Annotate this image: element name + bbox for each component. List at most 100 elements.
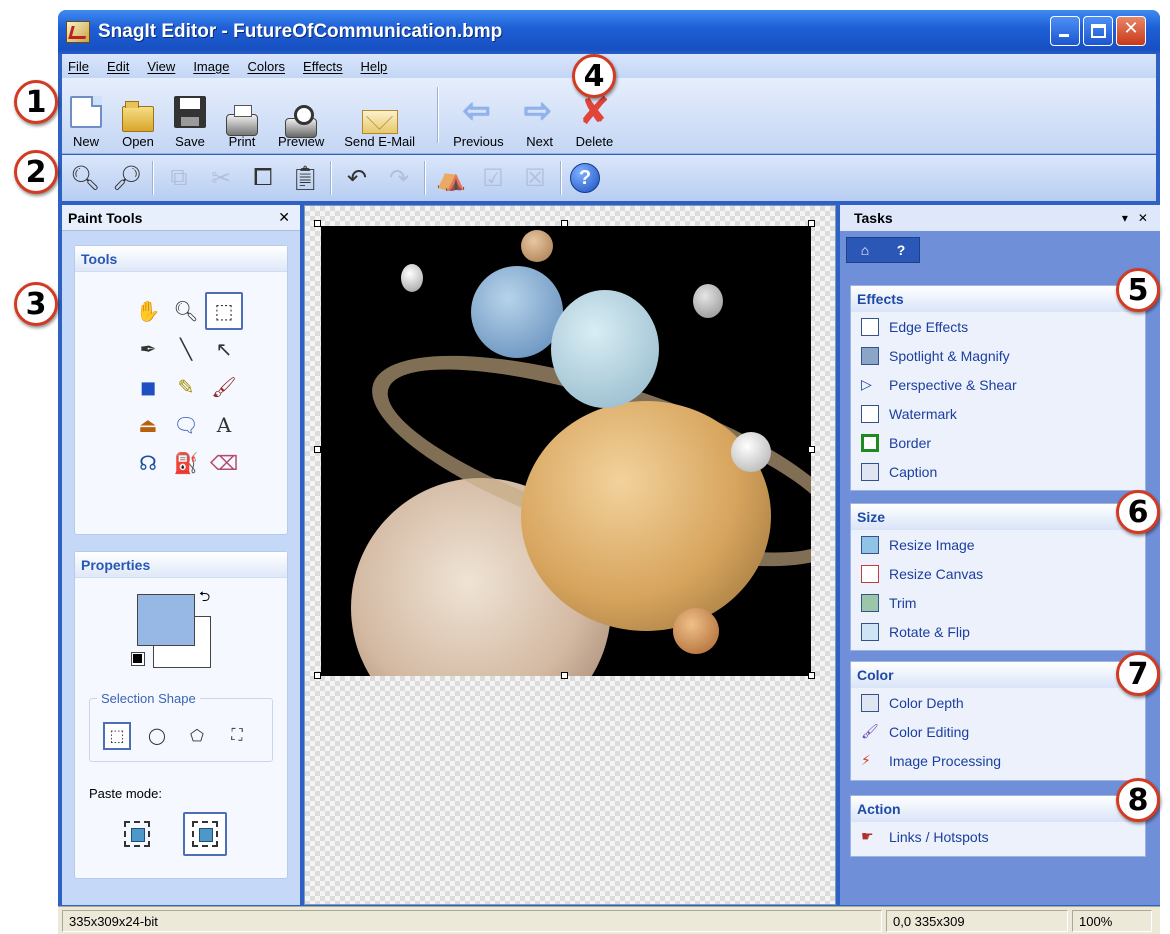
task-spotlight-magnify[interactable]: Spotlight & Magnify [851,341,1145,370]
line-tool-icon[interactable]: ╲ [167,330,205,368]
reject-button[interactable]: ☒ [518,161,552,195]
task-resize-canvas[interactable]: Resize Canvas [851,559,1145,588]
arrow-tool-icon[interactable]: ↖ [205,330,243,368]
size-group: Size Resize Image Resize Canvas Trim Rot… [850,503,1146,651]
pan-hand-tool-icon[interactable]: ✋ [129,292,167,330]
task-trim[interactable]: Trim [851,588,1145,617]
menu-edit[interactable]: Edit [107,59,129,74]
open-button[interactable]: Open [122,101,154,149]
delete-button[interactable]: ✘ Delete [575,93,614,149]
menu-colors[interactable]: Colors [247,59,285,74]
resize-handle[interactable] [561,672,568,679]
maximize-button[interactable] [1083,16,1113,46]
task-image-processing[interactable]: ⚡ Image Processing [851,746,1145,775]
resize-handle[interactable] [808,672,815,679]
copy-button[interactable]: ⧠ [246,161,280,195]
task-label: Resize Canvas [889,565,984,582]
ellipse-selection-icon[interactable]: ◯ [143,722,171,750]
color-title: Color [851,662,1145,688]
previous-button[interactable]: ⇦ Previous [453,94,504,149]
spray-tool-icon[interactable]: ☊ [129,444,167,482]
eraser-tool-icon[interactable]: ⌫ [205,444,243,482]
menu-file[interactable]: File [68,59,89,74]
tasks-title: Tasks [854,210,893,226]
canvas-area[interactable] [304,205,836,905]
task-border[interactable]: Border [851,428,1145,457]
paste-opaque-icon [124,821,150,847]
freehand-selection-icon[interactable]: ⬠ [183,722,211,750]
resize-handle[interactable] [808,220,815,227]
zoom-tool-icon[interactable]: 🔍︎ [167,292,205,330]
redo-button[interactable]: ↷ [382,161,416,195]
task-watermark[interactable]: Watermark [851,399,1145,428]
menu-image[interactable]: Image [193,59,229,74]
highlighter-tool-icon[interactable]: ✎ [167,368,205,406]
menu-effects[interactable]: Effects [303,59,343,74]
minimize-button[interactable] [1050,16,1080,46]
help-tab-icon[interactable]: ? [897,242,906,258]
stamp-tool-icon[interactable]: ⏏ [129,406,167,444]
resize-handle[interactable] [314,672,321,679]
print-preview-icon [285,105,318,138]
send-button[interactable]: ⛺ [434,161,468,195]
send-email-button[interactable]: Send E-Mail [344,104,415,149]
magic-selection-icon[interactable]: ⛶ [223,722,251,750]
fill-tool-icon[interactable]: ⛽ [167,444,205,482]
callout-tool-icon[interactable]: 🗨︎ [167,406,205,444]
default-colors-icon[interactable] [131,652,145,666]
new-button[interactable]: New [70,96,102,149]
output-icon: ⛺ [436,164,466,192]
cut-button[interactable]: ✂ [204,161,238,195]
selection-tool-icon[interactable]: ⬚ [205,292,243,330]
menu-help[interactable]: Help [361,59,388,74]
close-button[interactable]: ✕ [1116,16,1146,46]
pen-tool-icon[interactable]: 🖌︎ [205,368,243,406]
foreground-color-swatch[interactable] [137,594,195,646]
close-panel-icon[interactable]: ✕ [278,209,290,226]
captured-image-space-planets[interactable] [321,226,811,676]
task-edge-effects[interactable]: Edge Effects [851,312,1145,341]
text-tool-icon[interactable]: A [205,406,243,444]
menu-view[interactable]: View [147,59,175,74]
accept-button[interactable]: ☑ [476,161,510,195]
resize-canvas-icon [861,564,879,583]
resize-handle[interactable] [314,220,321,227]
task-caption[interactable]: Caption [851,457,1145,486]
crop-button[interactable]: ⧉ [162,161,196,195]
task-color-depth[interactable]: Color Depth [851,688,1145,717]
resize-handle[interactable] [808,446,815,453]
task-rotate-flip[interactable]: Rotate & Flip [851,617,1145,646]
window-title: SnagIt Editor - FutureOfCommunication.bm… [98,21,503,42]
zoom-in-button[interactable]: 🔍︎ [68,161,102,195]
preview-button[interactable]: Preview [278,105,324,149]
save-button[interactable]: Save [174,96,206,149]
print-label: Print [228,134,256,149]
paste-opaque-button[interactable] [115,812,159,856]
help-button[interactable]: ? [570,163,600,193]
task-links-hotspots[interactable]: ☛ Links / Hotspots [851,822,1145,851]
shape-tool-icon[interactable]: ◼ [129,368,167,406]
task-resize-image[interactable]: Resize Image [851,530,1145,559]
task-perspective-shear[interactable]: ▷ Perspective & Shear [851,370,1145,399]
home-icon[interactable]: ⌂ [861,242,869,258]
uranus-image [551,290,659,408]
close-icon: ✕ [1123,18,1139,38]
panel-options-icon[interactable]: ▾ ✕ [1122,211,1148,225]
rectangle-selection-icon[interactable]: ⬚ [103,722,131,750]
title-bar[interactable]: SnagIt Editor - FutureOfCommunication.bm… [58,10,1160,54]
action-group: Action ☛ Links / Hotspots [850,795,1146,857]
delete-label: Delete [575,134,614,149]
paste-button[interactable]: 📋︎ [288,161,322,195]
next-button[interactable]: ⇨ Next [524,94,556,149]
resize-handle[interactable] [561,220,568,227]
paste-transparent-button[interactable] [183,812,227,856]
eyedropper-tool-icon[interactable]: ✒ [129,330,167,368]
swap-colors-icon[interactable]: ⮌ [199,586,210,610]
print-button[interactable]: Print [226,105,258,149]
task-color-editing[interactable]: 🖌︎ Color Editing [851,717,1145,746]
properties-group: Properties ⮌ Selection Shape ⬚ ◯ ⬠ ⛶ Pas… [74,551,288,879]
resize-handle[interactable] [314,446,321,453]
zoom-out-button[interactable]: 🔎︎ [110,161,144,195]
undo-button[interactable]: ↶ [340,161,374,195]
task-label: Color Depth [889,694,964,711]
